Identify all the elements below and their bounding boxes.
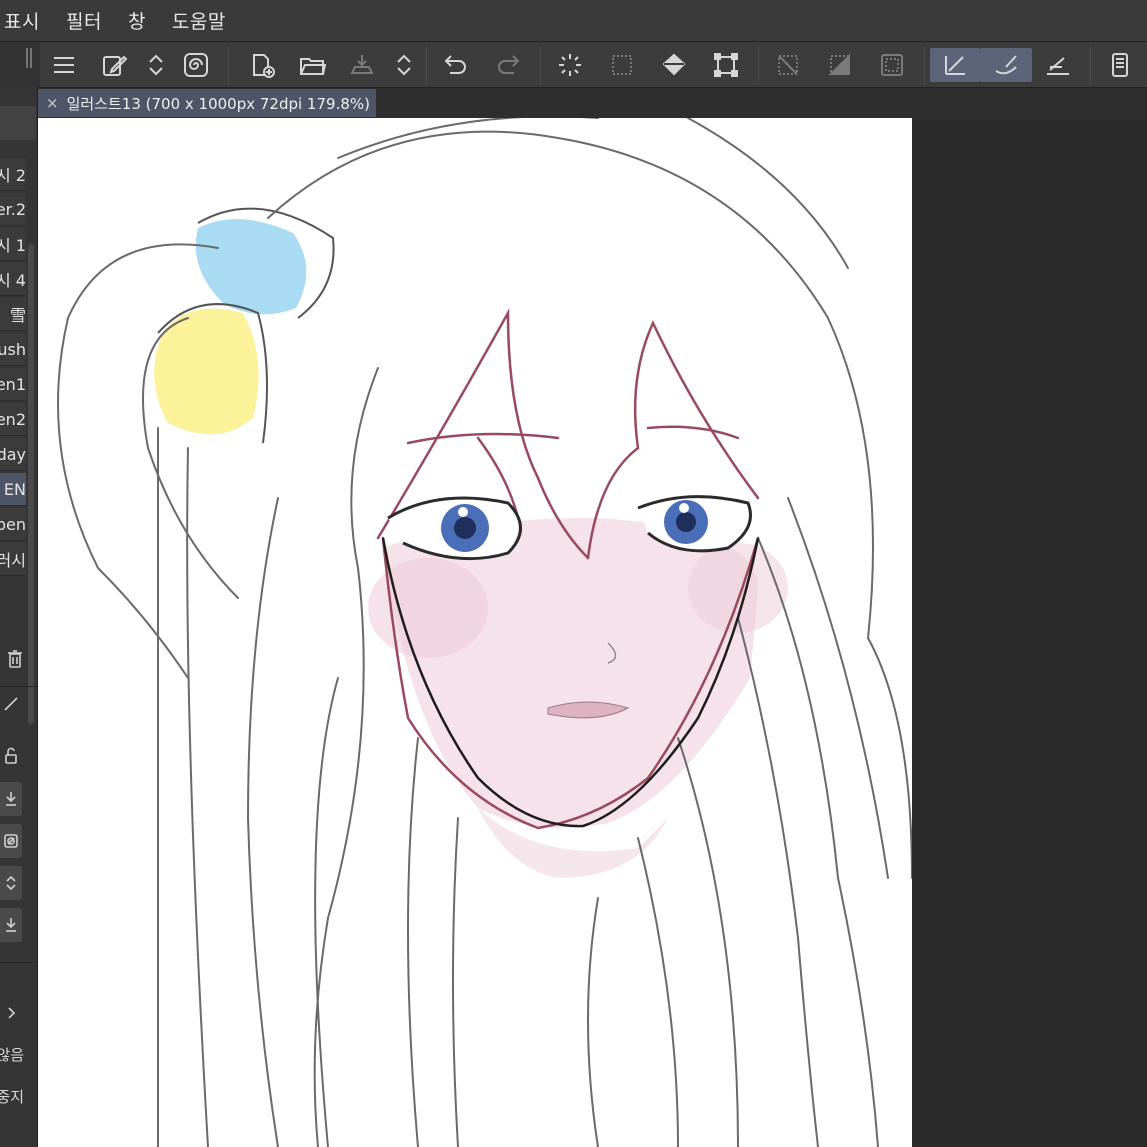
panel-header: [0, 106, 36, 140]
brush-item[interactable]: 시 1: [0, 228, 26, 261]
transform-icon[interactable]: [708, 48, 744, 82]
drawing-canvas[interactable]: [38, 118, 912, 1147]
fill-icon[interactable]: [656, 48, 692, 82]
open-folder-icon[interactable]: [294, 48, 330, 82]
brush-item[interactable]: 러시: [0, 543, 26, 576]
menu-bar: 표시 필터 창 도움말: [0, 0, 1147, 42]
expand-icon[interactable]: [138, 48, 174, 82]
option-label-none[interactable]: 않음: [0, 1044, 24, 1065]
canvas-workspace: [38, 118, 1147, 1147]
toolbar-separator: [426, 46, 427, 84]
stepper-icon[interactable]: [0, 866, 22, 900]
brush-item[interactable]: ush: [0, 333, 26, 366]
panel-divider: [0, 686, 36, 687]
panel-scrollbar[interactable]: [28, 244, 34, 724]
command-bar: [40, 42, 1147, 88]
brush-item[interactable]: 시 2: [0, 158, 26, 191]
toolbar-separator: [228, 46, 229, 84]
pen-icon[interactable]: [930, 48, 980, 82]
loading-icon[interactable]: [552, 48, 588, 82]
toolbar-separator: [924, 46, 925, 84]
brush-item[interactable]: en1: [0, 368, 26, 401]
undo-icon[interactable]: [438, 48, 474, 82]
tab-label: 일러스트13 (700 x 1000px 72dpi 179.8%): [66, 94, 370, 113]
hair-clip-blue: [195, 219, 307, 315]
new-file-icon[interactable]: [244, 48, 280, 82]
chevron-right-icon[interactable]: [0, 996, 22, 1030]
brush-item[interactable]: en2: [0, 403, 26, 436]
device-icon[interactable]: [1102, 48, 1138, 82]
menu-view[interactable]: 표시: [4, 7, 40, 34]
border-icon[interactable]: [874, 48, 910, 82]
document-tab-strip: × 일러스트13 (700 x 1000px 72dpi 179.8%): [38, 88, 1147, 118]
menu-help[interactable]: 도움말: [172, 7, 226, 34]
no-entry-icon[interactable]: [0, 824, 22, 858]
brush-item-selected[interactable]: EN: [0, 473, 26, 506]
download-icon[interactable]: [0, 908, 22, 942]
option-label-stop[interactable]: 중지: [0, 1086, 24, 1107]
menu-filter[interactable]: 필터: [66, 7, 102, 34]
edit-file-icon[interactable]: [96, 48, 132, 82]
toolbar-separator: [758, 46, 759, 84]
menu-icon[interactable]: [46, 48, 82, 82]
brush-preview-icon: [0, 690, 22, 716]
artwork: [57, 118, 912, 1147]
spiral-icon[interactable]: [178, 48, 214, 82]
brush-item[interactable]: day: [0, 438, 26, 471]
clear-selection-icon[interactable]: [770, 48, 806, 82]
toolbar-separator: [1090, 46, 1091, 84]
expand-icon[interactable]: [386, 48, 422, 82]
toolbar-handle[interactable]: [0, 42, 40, 86]
brush-item[interactable]: 시 4: [0, 263, 26, 296]
brush-item[interactable]: pen: [0, 508, 26, 541]
trash-icon[interactable]: [4, 642, 26, 676]
brush-icon[interactable]: [980, 48, 1032, 82]
brush-item[interactable]: er.2: [0, 193, 26, 226]
panel-divider: [0, 962, 36, 963]
select-icon[interactable]: [604, 48, 640, 82]
redo-icon[interactable]: [490, 48, 526, 82]
toolbar-separator: [540, 46, 541, 84]
menu-window[interactable]: 창: [128, 7, 146, 34]
tab-illustration[interactable]: × 일러스트13 (700 x 1000px 72dpi 179.8%): [38, 89, 376, 117]
close-icon[interactable]: ×: [46, 94, 59, 112]
lock-icon[interactable]: [0, 738, 22, 772]
save-icon[interactable]: [344, 48, 380, 82]
ruler-pen-icon[interactable]: [1040, 48, 1076, 82]
brush-panel: 시 2 er.2 시 1 시 4 雪 ush en1 en2 day EN pe…: [0, 86, 38, 1147]
grip-icon: [26, 48, 32, 68]
download-icon[interactable]: [0, 782, 22, 816]
brush-item[interactable]: 雪: [0, 298, 26, 331]
invert-icon[interactable]: [822, 48, 858, 82]
